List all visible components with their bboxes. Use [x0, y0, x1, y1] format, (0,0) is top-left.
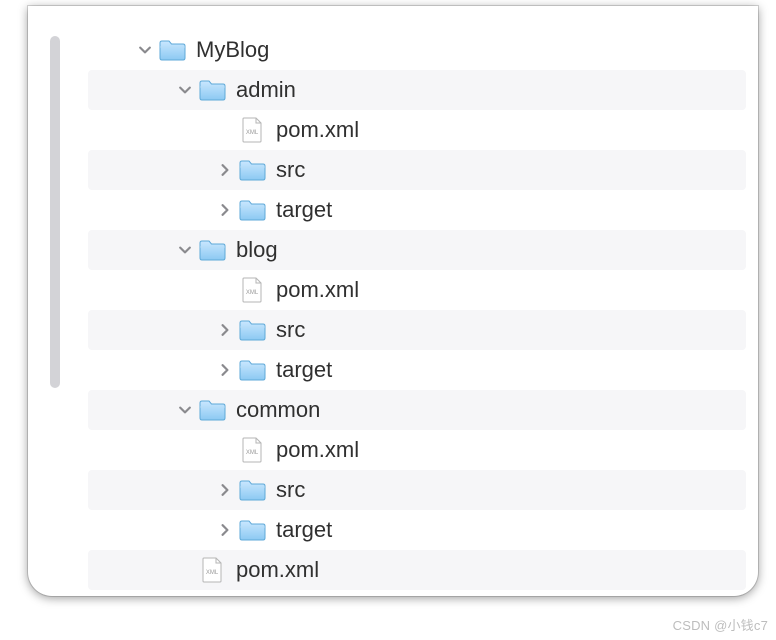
chevron-right-icon[interactable] — [216, 361, 234, 379]
svg-text:XML: XML — [246, 130, 259, 136]
xml-file-icon: XML — [238, 276, 266, 304]
tree-row[interactable]: src — [88, 470, 746, 510]
scrollbar[interactable] — [50, 36, 60, 388]
tree-item-label: target — [276, 357, 332, 383]
xml-file-icon: XML — [238, 436, 266, 464]
tree-item-label: pom.xml — [276, 437, 359, 463]
tree-row[interactable]: src — [88, 150, 746, 190]
tree-item-label: common — [236, 397, 320, 423]
chevron-down-icon[interactable] — [176, 401, 194, 419]
file-tree: MyBlog admin XML pom.xml src target blog XML pom… — [88, 30, 746, 590]
svg-text:XML: XML — [206, 570, 219, 576]
chevron-right-icon[interactable] — [216, 521, 234, 539]
tree-item-label: pom.xml — [236, 557, 319, 583]
tree-row[interactable]: target — [88, 190, 746, 230]
tree-row[interactable]: admin — [88, 70, 746, 110]
folder-icon — [238, 196, 266, 224]
tree-item-label: src — [276, 157, 305, 183]
tree-row[interactable]: XML pom.xml — [88, 550, 746, 590]
folder-icon — [238, 316, 266, 344]
folder-icon — [238, 476, 266, 504]
svg-text:XML: XML — [246, 450, 259, 456]
chevron-right-icon[interactable] — [216, 201, 234, 219]
folder-icon — [238, 356, 266, 384]
tree-item-label: target — [276, 517, 332, 543]
tree-item-label: src — [276, 317, 305, 343]
tree-row[interactable]: MyBlog — [88, 30, 746, 70]
chevron-right-icon[interactable] — [216, 481, 234, 499]
tree-row[interactable]: target — [88, 510, 746, 550]
svg-text:XML: XML — [246, 290, 259, 296]
watermark: CSDN @小钱c7 — [673, 615, 768, 634]
folder-icon — [158, 36, 186, 64]
chevron-down-icon[interactable] — [176, 81, 194, 99]
folder-icon — [198, 76, 226, 104]
tree-item-label: src — [276, 477, 305, 503]
file-tree-panel: MyBlog admin XML pom.xml src target blog XML pom… — [28, 6, 758, 596]
folder-icon — [198, 236, 226, 264]
tree-item-label: admin — [236, 77, 296, 103]
xml-file-icon: XML — [238, 116, 266, 144]
tree-row[interactable]: XML pom.xml — [88, 430, 746, 470]
folder-icon — [238, 156, 266, 184]
tree-row[interactable]: src — [88, 310, 746, 350]
xml-file-icon: XML — [198, 556, 226, 584]
tree-row[interactable]: XML pom.xml — [88, 110, 746, 150]
tree-row[interactable]: common — [88, 390, 746, 430]
chevron-down-icon[interactable] — [136, 41, 154, 59]
folder-icon — [238, 516, 266, 544]
tree-row[interactable]: target — [88, 350, 746, 390]
tree-item-label: blog — [236, 237, 278, 263]
chevron-right-icon[interactable] — [216, 321, 234, 339]
tree-item-label: pom.xml — [276, 277, 359, 303]
chevron-right-icon[interactable] — [216, 161, 234, 179]
tree-row[interactable]: XML pom.xml — [88, 270, 746, 310]
chevron-down-icon[interactable] — [176, 241, 194, 259]
folder-icon — [198, 396, 226, 424]
tree-item-label: target — [276, 197, 332, 223]
tree-item-label: MyBlog — [196, 37, 269, 63]
tree-item-label: pom.xml — [276, 117, 359, 143]
tree-row[interactable]: blog — [88, 230, 746, 270]
